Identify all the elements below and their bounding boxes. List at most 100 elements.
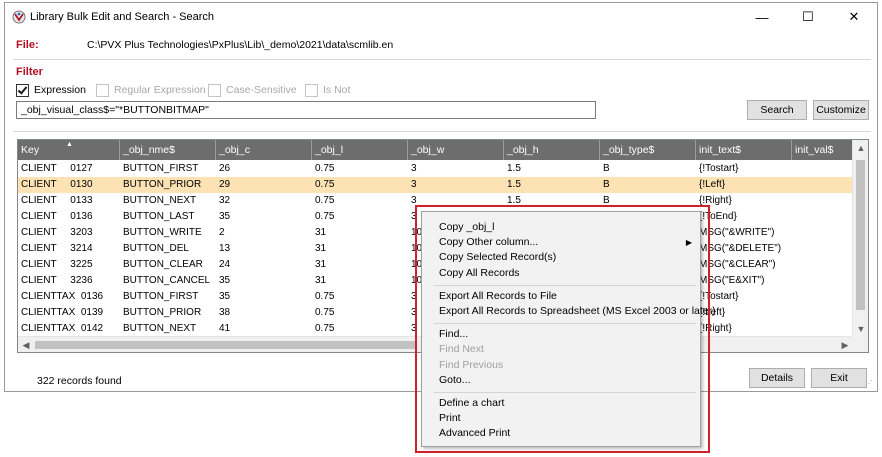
resize-grip-icon[interactable]: ⋰ <box>865 379 875 389</box>
table-cell: 31 <box>315 243 327 254</box>
table-cell: 13 <box>219 243 231 254</box>
table-cell: BUTTON_CANCEL <box>123 275 211 286</box>
sort-ascending-icon: ▲ <box>66 141 73 148</box>
scroll-thumb[interactable] <box>856 160 865 310</box>
title-bar: Library Bulk Edit and Search - Search — … <box>5 3 877 31</box>
table-cell: CLIENTTAX 0142 <box>21 323 104 334</box>
table-cell: BUTTON_LAST <box>123 211 195 222</box>
table-cell: 35 <box>219 275 231 286</box>
checkbox-label: Is Not <box>323 84 351 96</box>
scroll-left-icon[interactable]: ◀ <box>18 337 34 352</box>
case-sensitive-checkbox[interactable]: Case-Sensitive <box>208 83 297 97</box>
checkbox-box[interactable] <box>208 83 221 97</box>
table-cell: 1.5 <box>507 163 521 174</box>
expression-checkbox[interactable]: Expression <box>16 83 86 97</box>
table-cell: 0.75 <box>315 323 335 334</box>
checkbox-box[interactable] <box>16 83 29 97</box>
table-cell <box>792 241 854 257</box>
table-cell: BUTTON_PRIOR <box>123 179 202 190</box>
table-cell: {!Right} <box>699 195 732 206</box>
exit-button[interactable]: Exit <box>811 368 867 388</box>
customize-button[interactable]: Customize <box>813 100 869 120</box>
table-cell: 0.75 <box>315 163 335 174</box>
table-cell: 3 <box>411 179 417 190</box>
table-cell: 26 <box>219 163 231 174</box>
file-path: C:\PVX Plus Technologies\PxPlus\Lib\_dem… <box>87 39 394 51</box>
table-cell <box>792 225 854 241</box>
divider <box>13 131 871 132</box>
table-cell: 35 <box>219 211 231 222</box>
table-cell <box>792 305 854 321</box>
regular-expression-checkbox[interactable]: Regular Expression <box>96 83 206 97</box>
table-cell: 35 <box>219 291 231 302</box>
table-cell: CLIENT 3214 <box>21 243 93 254</box>
scroll-up-icon[interactable]: ▲ <box>853 140 868 156</box>
table-row[interactable]: CLIENT 0130 BUTTON_PRIOR 29 0.75 3 1.5 B {!Left… <box>18 177 854 193</box>
table-cell <box>792 177 854 193</box>
table-cell: CLIENTTAX 0136 <box>21 291 104 302</box>
column-header[interactable]: _obj_l <box>312 140 408 160</box>
table-cell: CLIENT 0136 <box>21 211 93 222</box>
table-cell: 0.75 <box>315 307 335 318</box>
table-cell <box>792 321 854 337</box>
expression-input[interactable]: _obj_visual_class$="*BUTTONBITMAP" <box>16 101 596 119</box>
close-button[interactable]: ✕ <box>831 3 877 31</box>
table-cell <box>792 273 854 289</box>
column-header[interactable]: Key ▲ <box>18 140 120 160</box>
table-cell: 3 <box>411 163 417 174</box>
table-cell: CLIENT 3236 <box>21 275 93 286</box>
table-cell: 31 <box>315 275 327 286</box>
table-cell: B <box>603 179 610 190</box>
column-header[interactable]: _obj_c <box>216 140 312 160</box>
table-cell: CLIENT 0130 <box>21 179 93 190</box>
maximize-button[interactable]: ☐ <box>785 3 831 31</box>
column-header[interactable]: _obj_type$ <box>600 140 696 160</box>
table-cell: BUTTON_FIRST <box>123 291 199 302</box>
is-not-checkbox[interactable]: Is Not <box>305 83 350 97</box>
file-label: File: <box>16 39 39 51</box>
table-cell <box>792 209 854 225</box>
checkbox-box[interactable] <box>96 83 109 97</box>
table-cell: B <box>603 163 610 174</box>
search-button[interactable]: Search <box>747 100 807 120</box>
table-cell: BUTTON_FIRST <box>123 163 199 174</box>
checkbox-label: Case-Sensitive <box>226 84 297 96</box>
table-cell: {!Right} <box>699 323 732 334</box>
minimize-button[interactable]: — <box>739 3 785 31</box>
table-cell: 0.75 <box>315 291 335 302</box>
checkbox-box[interactable] <box>305 83 318 97</box>
column-header[interactable]: _obj_nme$ <box>120 140 216 160</box>
checkmark-icon <box>17 83 28 95</box>
table-cell: MSG("E&XIT") <box>699 275 765 286</box>
table-cell: MSG("&DELETE") <box>699 243 782 254</box>
scroll-thumb[interactable] <box>35 341 415 349</box>
table-cell: CLIENTTAX 0139 <box>21 307 104 318</box>
divider <box>13 59 871 60</box>
window-title: Library Bulk Edit and Search - Search <box>30 11 215 23</box>
table-cell: 31 <box>315 259 327 270</box>
table-cell: BUTTON_CLEAR <box>123 259 203 270</box>
table-cell: 41 <box>219 323 231 334</box>
table-row[interactable]: CLIENT 0127 BUTTON_FIRST 26 0.75 3 1.5 B {!Tost… <box>18 161 854 177</box>
table-cell: CLIENT 0133 <box>21 195 93 206</box>
table-cell: 2 <box>219 227 225 238</box>
table-cell <box>792 257 854 273</box>
table-cell <box>792 161 854 177</box>
table-cell: {!Left} <box>699 179 726 190</box>
table-cell: 29 <box>219 179 231 190</box>
column-header[interactable]: _obj_h <box>504 140 600 160</box>
column-header[interactable]: init_text$ <box>696 140 792 160</box>
table-cell: {!Tostart} <box>699 163 739 174</box>
table-cell: MSG("&CLEAR") <box>699 259 776 270</box>
vertical-scrollbar[interactable]: ▲ ▼ <box>852 140 868 337</box>
column-header[interactable]: _obj_w <box>408 140 504 160</box>
table-cell: {!ToEnd} <box>699 211 737 222</box>
details-button[interactable]: Details <box>749 368 805 388</box>
filter-label: Filter <box>16 66 43 78</box>
table-cell: BUTTON_WRITE <box>123 227 202 238</box>
table-cell: CLIENT 3225 <box>21 259 93 270</box>
table-cell <box>792 289 854 305</box>
app-icon <box>12 10 26 24</box>
column-header[interactable]: init_val$ <box>792 140 854 160</box>
scroll-corner <box>851 335 868 352</box>
